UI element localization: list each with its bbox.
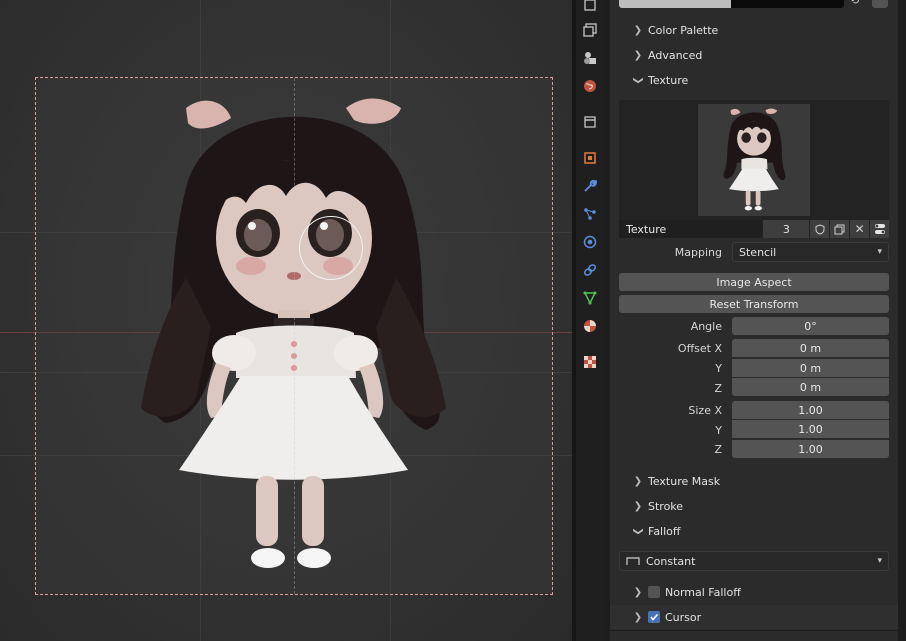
mapping-dropdown[interactable]: Stencil ▾: [732, 242, 889, 262]
subpanel-label: Normal Falloff: [665, 585, 741, 599]
checkmark-icon: [650, 613, 659, 621]
fake-user-shield-icon[interactable]: [810, 220, 830, 238]
color-swatch-primary[interactable]: [619, 0, 731, 8]
mapping-label: Mapping: [674, 246, 722, 259]
subpanel-label: Color Palette: [648, 23, 719, 37]
size-y-field[interactable]: 1.00: [732, 420, 889, 438]
offset-z-label: Z: [714, 382, 722, 395]
offset-y-field[interactable]: 0 m: [732, 359, 889, 377]
size-x-label: Size X: [688, 404, 722, 417]
properties-tab-bar: [576, 0, 604, 641]
subpanel-cursor[interactable]: ❯ Cursor: [610, 605, 898, 629]
offset-y-label: Y: [715, 362, 722, 375]
unlink-close-icon[interactable]: ✕: [850, 220, 870, 238]
subpanel-stroke[interactable]: ❯ Stroke: [610, 494, 898, 518]
texture-thumbnail-image: [723, 108, 786, 211]
subpanel-falloff[interactable]: ❯ Falloff: [610, 519, 898, 543]
chevron-right-icon: ❯: [633, 49, 643, 61]
offset-x-field[interactable]: 0 m: [732, 339, 889, 357]
collection-icon[interactable]: [582, 114, 598, 130]
texture-users-count[interactable]: 3: [763, 220, 810, 238]
object-icon[interactable]: [582, 150, 598, 166]
chevron-down-icon: ❯: [632, 526, 644, 536]
subpanel-normal-falloff[interactable]: ❯ Normal Falloff: [610, 580, 898, 604]
swap-colors-icon[interactable]: ⟲: [850, 0, 866, 8]
particles-icon[interactable]: [582, 206, 598, 222]
subpanel-advanced[interactable]: ❯ Advanced: [610, 43, 898, 67]
offset-z-field[interactable]: 0 m: [732, 378, 889, 396]
color-options-icon[interactable]: [872, 0, 888, 8]
color-swatch-secondary[interactable]: [731, 0, 844, 8]
chevron-right-icon: ❯: [633, 586, 643, 598]
size-z-label: Z: [714, 443, 722, 456]
subpanel-label: Advanced: [648, 48, 703, 62]
chevron-down-icon: ❯: [632, 75, 644, 85]
properties-panel: ⟲ ❯ Color Palette ❯ Advanced ❯ Texture T…: [610, 0, 898, 641]
world-icon[interactable]: [582, 78, 598, 94]
modifier-icon[interactable]: [582, 178, 598, 194]
output-icon[interactable]: [582, 22, 598, 38]
constraints-icon[interactable]: [582, 262, 598, 278]
brush-cursor-circle: [299, 216, 363, 280]
chevron-down-icon: ▾: [877, 556, 882, 566]
chevron-right-icon: ❯: [633, 500, 643, 512]
panel-scrollbar[interactable]: [898, 0, 906, 641]
normal-falloff-checkbox[interactable]: [648, 586, 660, 598]
next-subpanel-edge: [610, 630, 898, 641]
constant-curve-icon: [626, 557, 640, 565]
falloff-preset-value: Constant: [646, 554, 696, 568]
size-y-label: Y: [715, 424, 722, 437]
mapping-value: Stencil: [739, 245, 777, 259]
falloff-preset-dropdown[interactable]: Constant ▾: [619, 551, 889, 571]
data-icon[interactable]: [582, 290, 598, 306]
angle-field[interactable]: 0°: [732, 317, 889, 335]
subpanel-label: Texture Mask: [648, 474, 721, 488]
chevron-right-icon: ❯: [633, 611, 643, 623]
texture-icon[interactable]: [582, 354, 598, 370]
3d-viewport[interactable]: [0, 0, 572, 641]
subpanel-texture-mask[interactable]: ❯ Texture Mask: [610, 469, 898, 493]
offset-x-label: Offset X: [677, 342, 722, 355]
image-aspect-button[interactable]: Image Aspect: [619, 273, 889, 291]
texture-settings-icon[interactable]: [870, 220, 889, 238]
texture-name-field[interactable]: Texture: [619, 220, 763, 238]
subpanel-texture[interactable]: ❯ Texture: [610, 68, 898, 92]
subpanel-color-palette[interactable]: ❯ Color Palette: [610, 18, 898, 42]
tool-icon[interactable]: [582, 0, 598, 13]
material-icon[interactable]: [582, 318, 598, 334]
stencil-texture-frame[interactable]: [35, 77, 553, 595]
duplicate-icon[interactable]: [830, 220, 850, 238]
subpanel-label: Cursor: [665, 610, 702, 624]
scene-icon[interactable]: [582, 50, 598, 66]
reset-transform-button[interactable]: Reset Transform: [619, 295, 889, 313]
texture-datablock-row: Texture 3 ✕: [619, 220, 889, 238]
angle-label: Angle: [690, 320, 722, 333]
subpanel-label: Falloff: [648, 524, 681, 538]
cursor-checkbox[interactable]: [648, 611, 660, 623]
texture-preview-box[interactable]: [619, 100, 889, 220]
texture-thumbnail[interactable]: [698, 104, 810, 216]
chevron-down-icon: ▾: [877, 247, 882, 257]
subpanel-label: Stroke: [648, 499, 684, 513]
chevron-right-icon: ❯: [633, 24, 643, 36]
stencil-center-guide: [294, 78, 295, 594]
subpanel-label: Texture: [648, 73, 689, 87]
chevron-right-icon: ❯: [633, 475, 643, 487]
physics-icon[interactable]: [582, 234, 598, 250]
size-z-field[interactable]: 1.00: [732, 440, 889, 458]
size-x-field[interactable]: 1.00: [732, 401, 889, 419]
